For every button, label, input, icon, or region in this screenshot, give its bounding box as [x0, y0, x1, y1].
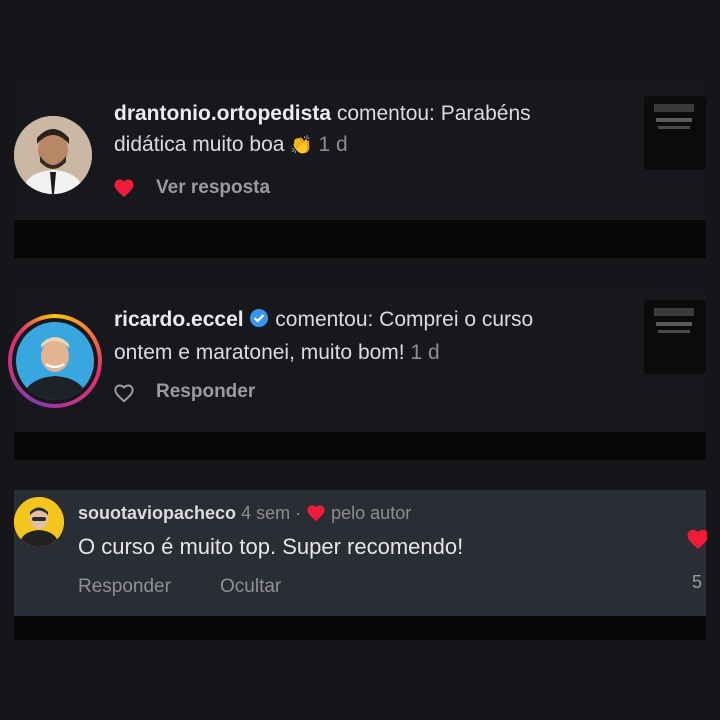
heart-filled-icon[interactable] [113, 178, 135, 198]
username-drantonio[interactable]: drantonio.ortopedista [114, 102, 331, 125]
avatar-photo [14, 116, 92, 194]
comment-text-1: drantonio.ortopedista comentou: Parabéns… [114, 98, 634, 161]
reply-header: souotaviopacheco 4 sem · pelo autor [78, 502, 411, 527]
like-heart-icon[interactable] [685, 528, 707, 550]
comment-2-line1: comentou: Comprei o curso [269, 308, 534, 331]
clap-emoji-icon: 👏 [290, 135, 313, 155]
hide-button[interactable]: Ocultar [220, 576, 281, 598]
username-ricardo[interactable]: ricardo.eccel [114, 308, 244, 331]
like-count: 5 [692, 572, 703, 592]
reply-time: 4 sem [241, 503, 291, 523]
comment-2-time: 1 d [410, 341, 440, 364]
reply-button[interactable]: Responder [156, 381, 255, 403]
heart-outline-icon[interactable] [113, 383, 135, 403]
reply-dot-separator: · [295, 503, 302, 523]
avatar-souotavio[interactable] [14, 497, 64, 547]
liked-by-author-label: pelo autor [331, 503, 412, 523]
comment-1-line2: didática muito boa [114, 133, 291, 156]
avatar-photo [16, 322, 94, 400]
separator-bar [14, 616, 706, 640]
view-reply-link[interactable]: Ver resposta [156, 177, 270, 199]
separator-bar [14, 220, 706, 258]
comment-1-time: 1 d [318, 133, 348, 156]
verified-badge-icon [249, 306, 269, 337]
avatar-drantonio[interactable] [14, 116, 92, 194]
heart-filled-icon [306, 504, 326, 527]
avatar-ricardo-story-ring[interactable] [8, 314, 102, 408]
username-souotavio[interactable]: souotaviopacheco [78, 503, 236, 523]
separator-bar [14, 432, 706, 460]
reply-text: O curso é muito top. Super recomendo! [78, 534, 464, 559]
post-thumbnail-1[interactable] [644, 96, 706, 170]
comment-text-2: ricardo.eccel comentou: Comprei o curso … [114, 304, 634, 368]
comment-2-line2: ontem e maratonei, muito bom! [114, 341, 411, 364]
comment-1-line1: comentou: Parabéns [331, 102, 531, 125]
post-thumbnail-2[interactable] [644, 300, 706, 374]
avatar-photo [14, 497, 64, 547]
reply-button[interactable]: Responder [78, 576, 171, 598]
